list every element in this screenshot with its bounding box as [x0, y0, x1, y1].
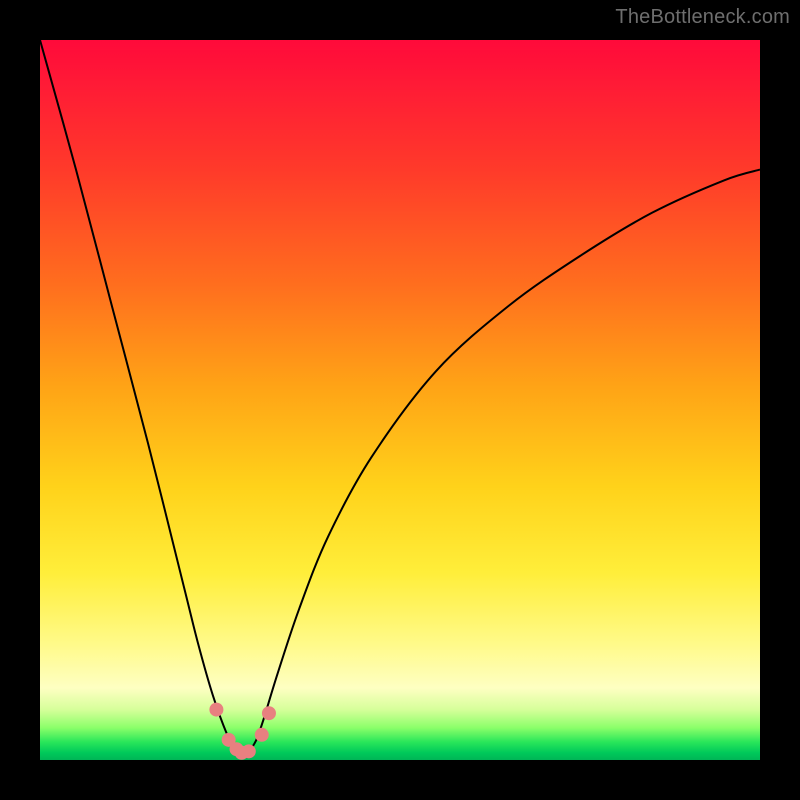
critical-point: [242, 744, 256, 758]
watermark: TheBottleneck.com: [615, 6, 790, 29]
critical-point: [262, 706, 276, 720]
critical-point: [209, 703, 223, 717]
chart-frame: TheBottleneck.com: [0, 0, 800, 800]
chart-svg: [40, 40, 760, 760]
bottleneck-curve: [40, 40, 760, 753]
plot-area: [40, 40, 760, 760]
critical-point-markers: [209, 703, 276, 760]
critical-point: [255, 728, 269, 742]
